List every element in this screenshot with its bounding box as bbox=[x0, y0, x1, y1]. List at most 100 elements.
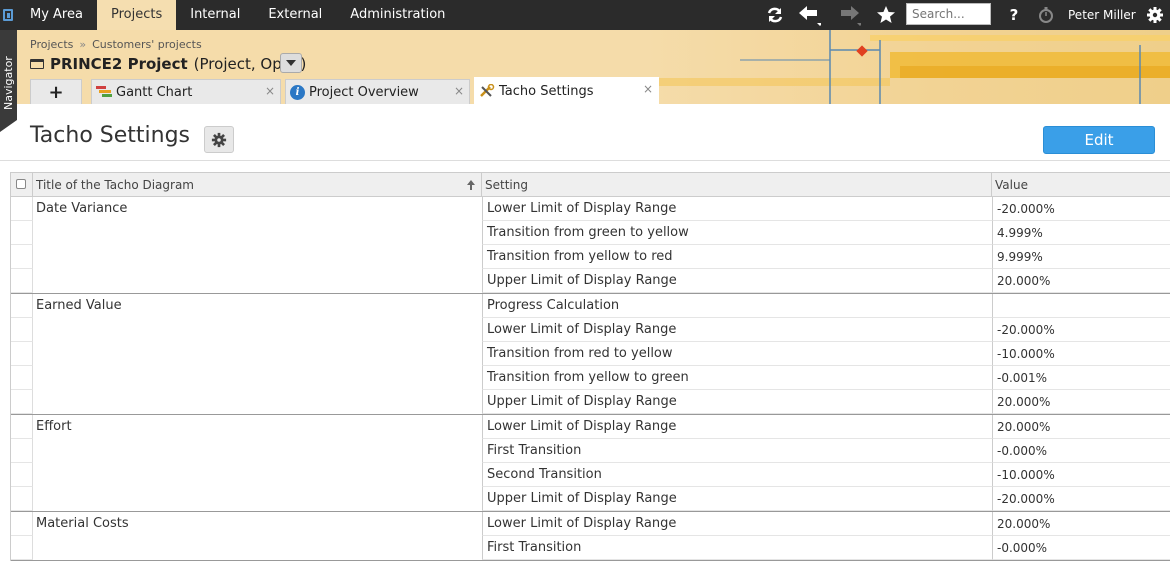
close-icon[interactable]: × bbox=[454, 84, 464, 98]
setting-cell[interactable]: Transition from green to yellow bbox=[482, 221, 992, 245]
close-icon[interactable]: × bbox=[265, 84, 275, 98]
nav-my-area[interactable]: My Area bbox=[16, 0, 97, 30]
row-select-cell[interactable] bbox=[11, 512, 33, 536]
row-select-cell[interactable] bbox=[11, 463, 33, 487]
setting-cell[interactable]: Second Transition bbox=[482, 463, 992, 487]
setting-cell[interactable]: First Transition bbox=[482, 439, 992, 463]
add-tab-button[interactable]: + bbox=[30, 79, 82, 104]
setting-cell[interactable]: Lower Limit of Display Range bbox=[482, 512, 992, 536]
group-title[interactable]: Date Variance bbox=[36, 197, 127, 221]
row-select-cell[interactable] bbox=[11, 221, 33, 245]
column-header-value[interactable]: Value bbox=[992, 173, 1170, 196]
tab-tacho-settings[interactable]: Tacho Settings × bbox=[474, 77, 659, 104]
setting-cell[interactable]: Transition from red to yellow bbox=[482, 342, 992, 366]
nav-internal[interactable]: Internal bbox=[176, 0, 254, 30]
breadcrumb-projects[interactable]: Projects bbox=[30, 38, 73, 51]
table-row[interactable]: Lower Limit of Display Range -20.000% bbox=[11, 318, 1170, 342]
row-select-cell[interactable] bbox=[11, 366, 33, 390]
row-select-cell[interactable] bbox=[11, 342, 33, 366]
table-row[interactable]: Transition from yellow to red 9.999% bbox=[11, 245, 1170, 269]
close-icon[interactable]: × bbox=[643, 82, 653, 96]
table-row[interactable]: Second Transition -10.000% bbox=[11, 463, 1170, 487]
value-cell[interactable]: -10.000% bbox=[992, 463, 1170, 487]
setting-cell[interactable]: First Transition bbox=[482, 536, 992, 560]
group-title[interactable]: Effort bbox=[36, 415, 72, 439]
nav-external[interactable]: External bbox=[254, 0, 336, 30]
value-cell[interactable]: 20.000% bbox=[992, 390, 1170, 414]
settings-gear-icon[interactable] bbox=[1144, 0, 1166, 30]
setting-cell[interactable]: Progress Calculation bbox=[482, 294, 992, 318]
table-row[interactable]: Transition from green to yellow 4.999% bbox=[11, 221, 1170, 245]
nav-administration[interactable]: Administration bbox=[336, 0, 459, 30]
nav-projects[interactable]: Projects bbox=[96, 0, 177, 30]
value-cell[interactable]: -0.000% bbox=[992, 536, 1170, 560]
table-row[interactable]: Upper Limit of Display Range 20.000% bbox=[11, 390, 1170, 414]
value-cell[interactable]: 4.999% bbox=[992, 221, 1170, 245]
setting-cell[interactable]: Upper Limit of Display Range bbox=[482, 390, 992, 414]
table-row[interactable]: Lower Limit of Display Range 20.000% bbox=[11, 512, 1170, 536]
app-logo-icon[interactable] bbox=[0, 0, 16, 30]
group-title[interactable]: Earned Value bbox=[36, 294, 122, 318]
setting-cell[interactable]: Lower Limit of Display Range bbox=[482, 318, 992, 342]
value-cell[interactable]: -20.000% bbox=[992, 197, 1170, 221]
sort-ascending-icon[interactable] bbox=[467, 180, 475, 190]
tab-label: Gantt Chart bbox=[116, 84, 193, 100]
table-row[interactable]: First Transition -0.000% bbox=[11, 439, 1170, 463]
value-cell[interactable]: 20.000% bbox=[992, 269, 1170, 293]
value-cell[interactable]: -0.001% bbox=[992, 366, 1170, 390]
table-row[interactable]: Transition from yellow to green -0.001% bbox=[11, 366, 1170, 390]
value-cell[interactable]: -20.000% bbox=[992, 487, 1170, 511]
select-all-checkbox[interactable] bbox=[16, 179, 26, 189]
setting-cell[interactable]: Upper Limit of Display Range bbox=[482, 269, 992, 293]
value-cell[interactable]: -0.000% bbox=[992, 439, 1170, 463]
table-row[interactable]: Upper Limit of Display Range 20.000% bbox=[11, 269, 1170, 293]
favorites-star-icon[interactable] bbox=[874, 0, 898, 30]
row-select-cell[interactable] bbox=[11, 415, 33, 439]
user-name[interactable]: Peter Miller bbox=[1068, 0, 1136, 30]
setting-cell[interactable]: Transition from yellow to green bbox=[482, 366, 992, 390]
refresh-icon[interactable] bbox=[762, 0, 788, 30]
value-cell[interactable]: -20.000% bbox=[992, 318, 1170, 342]
table-row[interactable]: Transition from red to yellow -10.000% bbox=[11, 342, 1170, 366]
edit-button[interactable]: Edit bbox=[1043, 126, 1155, 154]
tab-project-overview[interactable]: i Project Overview × bbox=[285, 79, 470, 104]
value-cell[interactable]: 20.000% bbox=[992, 415, 1170, 439]
row-select-cell[interactable] bbox=[11, 439, 33, 463]
table-row[interactable]: Lower Limit of Display Range -20.000% bbox=[11, 197, 1170, 221]
forward-arrow-icon[interactable] bbox=[834, 0, 864, 30]
table-group: Lower Limit of Display Range 20.000% First… bbox=[11, 512, 1170, 561]
setting-cell[interactable]: Upper Limit of Display Range bbox=[482, 487, 992, 511]
column-header-title[interactable]: Title of the Tacho Diagram bbox=[33, 173, 482, 196]
value-cell[interactable]: 20.000% bbox=[992, 512, 1170, 536]
row-select-cell[interactable] bbox=[11, 487, 33, 511]
row-select-cell[interactable] bbox=[11, 318, 33, 342]
project-menu-dropdown-button[interactable] bbox=[280, 53, 302, 73]
group-title[interactable]: Material Costs bbox=[36, 512, 129, 536]
table-row[interactable]: Progress Calculation bbox=[11, 294, 1170, 318]
breadcrumb-customers-projects[interactable]: Customers' projects bbox=[92, 38, 202, 51]
row-select-cell[interactable] bbox=[11, 390, 33, 414]
setting-cell[interactable]: Lower Limit of Display Range bbox=[482, 197, 992, 221]
value-cell[interactable] bbox=[992, 294, 1170, 318]
row-select-cell[interactable] bbox=[11, 245, 33, 269]
row-select-cell[interactable] bbox=[11, 269, 33, 293]
value-cell[interactable]: -10.000% bbox=[992, 342, 1170, 366]
table-row[interactable]: First Transition -0.000% bbox=[11, 536, 1170, 560]
row-select-cell[interactable] bbox=[11, 294, 33, 318]
help-button[interactable]: ? bbox=[1004, 0, 1024, 30]
value-cell[interactable]: 9.999% bbox=[992, 245, 1170, 269]
setting-cell[interactable]: Transition from yellow to red bbox=[482, 245, 992, 269]
navigator-toggle[interactable]: Navigator bbox=[0, 30, 17, 132]
setting-cell[interactable]: Lower Limit of Display Range bbox=[482, 415, 992, 439]
table-row[interactable]: Lower Limit of Display Range 20.000% bbox=[11, 415, 1170, 439]
column-header-setting[interactable]: Setting bbox=[482, 173, 992, 196]
navigator-label: Navigator bbox=[2, 56, 15, 110]
stopwatch-icon[interactable] bbox=[1036, 0, 1056, 30]
row-select-cell[interactable] bbox=[11, 197, 33, 221]
table-row[interactable]: Upper Limit of Display Range -20.000% bbox=[11, 487, 1170, 511]
back-arrow-icon[interactable] bbox=[794, 0, 824, 30]
tab-gantt-chart[interactable]: Gantt Chart × bbox=[91, 79, 281, 104]
row-select-cell[interactable] bbox=[11, 536, 33, 560]
page-settings-button[interactable] bbox=[204, 126, 234, 153]
search-input[interactable] bbox=[906, 3, 991, 25]
